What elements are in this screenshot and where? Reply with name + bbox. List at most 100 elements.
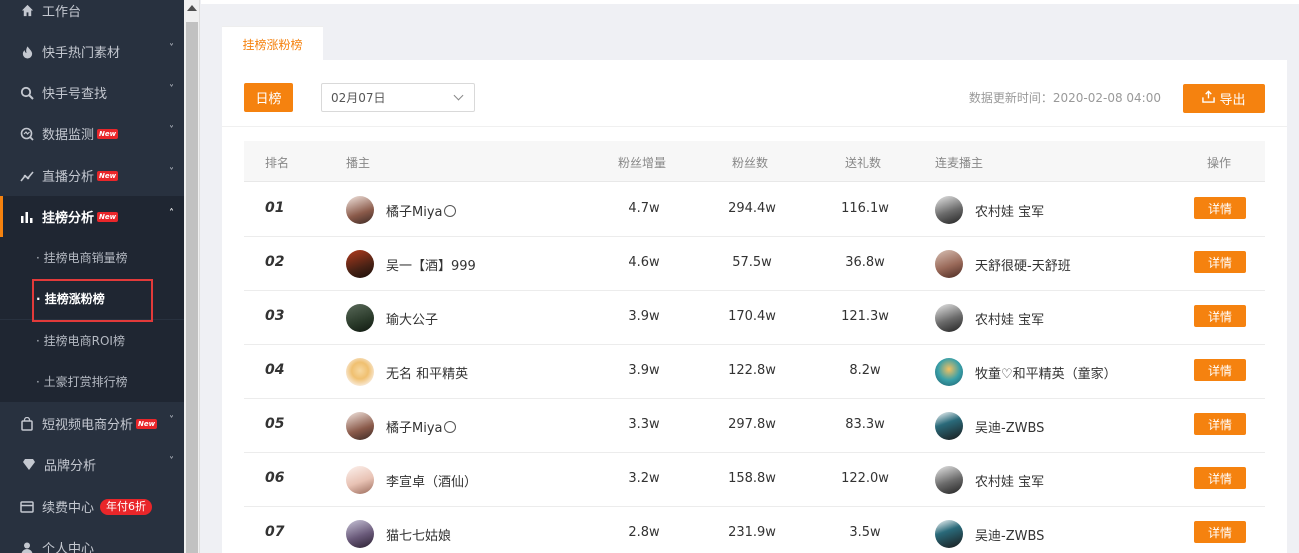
chevron-down-icon: ˅: [169, 167, 174, 178]
sidebar-item-ranking-analysis[interactable]: 挂榜分析 New ˄: [0, 196, 184, 237]
sidebar-item-hot-material[interactable]: 快手热门素材 ˅: [0, 31, 184, 72]
divider: [222, 126, 1287, 127]
selection-highlight: [32, 279, 153, 322]
sidebar-item-video-ecommerce[interactable]: 短视频电商分析 New ˅: [0, 403, 184, 444]
tab-fan-growth-rank[interactable]: 挂榜涨粉榜: [222, 26, 323, 61]
detail-button[interactable]: 详情: [1194, 251, 1246, 273]
date-select[interactable]: 02月07日: [321, 83, 475, 112]
sidebar: 工作台 快手热门素材 ˅ 快手号查找 ˅ 数据监测 New ˅ 直播分析 New…: [0, 0, 184, 553]
detail-button[interactable]: 详情: [1194, 467, 1246, 489]
anchor-name[interactable]: 李宣卓（酒仙）: [386, 471, 477, 490]
chevron-down-icon: ˅: [169, 456, 174, 467]
table-row: 07 猫七七姑娘 2.8w 231.9w 3.5w 吴迪-ZWBS 详情: [244, 507, 1265, 553]
gifts-cell: 121.3w: [841, 309, 889, 324]
fans-cell: 294.4w: [728, 201, 776, 216]
co-anchor-name[interactable]: 吴迪-ZWBS: [975, 417, 1044, 436]
co-anchor-name[interactable]: 农村娃 宝军: [975, 471, 1044, 490]
sidebar-item-label: 快手热门素材: [42, 46, 121, 61]
sidebar-item-label: 品牌分析: [44, 459, 97, 474]
anchor-name[interactable]: 橘子Miya: [386, 201, 456, 220]
avatar: [935, 520, 963, 548]
co-anchor-name[interactable]: 农村娃 宝军: [975, 201, 1044, 220]
sidebar-subitem-roi-rank[interactable]: · 挂榜电商ROI榜: [0, 320, 184, 361]
emoji-icon: [443, 205, 456, 217]
diamond-icon: [22, 458, 36, 472]
chevron-down-icon: ˅: [169, 125, 174, 136]
anchor-name[interactable]: 橘子Miya: [386, 417, 456, 436]
header-gifts: 送礼数: [845, 156, 882, 170]
sidebar-item-label: 快手号查找: [42, 87, 108, 102]
gifts-cell: 8.2w: [849, 363, 881, 378]
rank-cell: 01: [265, 200, 285, 216]
fire-icon: [20, 45, 34, 59]
anchor-name[interactable]: 猫七七姑娘: [386, 525, 451, 544]
detail-button[interactable]: 详情: [1194, 521, 1246, 543]
table-row: 05 橘子Miya 3.3w 297.8w 83.3w 吴迪-ZWBS 详情: [244, 399, 1265, 453]
co-anchor-name[interactable]: 吴迪-ZWBS: [975, 525, 1044, 544]
bar-chart-icon: [20, 210, 34, 224]
sidebar-subitem-label: ·: [36, 250, 44, 265]
detail-button[interactable]: 详情: [1194, 197, 1246, 219]
sidebar-item-workbench[interactable]: 工作台: [0, 0, 184, 31]
avatar: [346, 412, 374, 440]
sidebar-item-account-search[interactable]: 快手号查找 ˅: [0, 72, 184, 113]
sidebar-item-brand-analysis[interactable]: 品牌分析 ˅: [0, 444, 184, 485]
fan-growth-cell: 3.3w: [628, 417, 660, 432]
avatar: [935, 466, 963, 494]
rank-cell: 05: [265, 416, 285, 432]
sidebar-item-live-analysis[interactable]: 直播分析 New ˅: [0, 155, 184, 196]
avatar: [935, 250, 963, 278]
avatar: [346, 358, 374, 386]
table-row: 03 瑜大公子 3.9w 170.4w 121.3w 农村娃 宝军 详情: [244, 291, 1265, 345]
home-icon: [20, 4, 34, 18]
avatar: [346, 304, 374, 332]
chevron-up-icon: ˄: [169, 208, 174, 219]
co-anchor-name[interactable]: 农村娃 宝军: [975, 309, 1044, 328]
rank-cell: 07: [265, 524, 285, 540]
header-rank: 排名: [265, 156, 290, 170]
detail-button[interactable]: 详情: [1194, 413, 1246, 435]
trend-icon: [20, 169, 34, 183]
table-header: 排名 播主 粉丝增量 粉丝数 送礼数 连麦播主 操作: [244, 141, 1265, 182]
fans-cell: 57.5w: [732, 255, 772, 270]
sidebar-subitem-label: ·: [36, 333, 44, 348]
emoji-icon: [443, 421, 456, 433]
fan-growth-cell: 3.9w: [628, 309, 660, 324]
avatar: [346, 520, 374, 548]
sidebar-subitem-tip-rank[interactable]: · 土豪打赏排行榜: [0, 361, 184, 402]
fans-cell: 122.8w: [728, 363, 776, 378]
anchor-name[interactable]: 吴一【酒】999: [386, 255, 476, 274]
sidebar-subitem-label: 挂榜电商销量榜: [43, 251, 128, 265]
scrollbar-thumb[interactable]: [186, 22, 198, 553]
rank-cell: 02: [265, 254, 285, 270]
scroll-up-arrow-icon[interactable]: [187, 5, 197, 11]
avatar: [935, 304, 963, 332]
export-label: 导出: [1219, 93, 1246, 108]
rank-cell: 06: [265, 470, 285, 486]
sidebar-item-renewal-center[interactable]: 续费中心 年付6折: [0, 486, 184, 527]
sidebar-item-label: 数据监测: [42, 128, 95, 143]
chevron-down-icon: ˅: [169, 43, 174, 54]
avatar: [935, 412, 963, 440]
anchor-name-text: 橘子Miya: [386, 421, 443, 436]
new-badge: New: [97, 170, 119, 181]
anchor-name[interactable]: 瑜大公子: [386, 309, 438, 328]
fan-growth-cell: 3.9w: [628, 363, 660, 378]
detail-button[interactable]: 详情: [1194, 305, 1246, 327]
sidebar-item-personal-center[interactable]: 个人中心: [0, 527, 184, 553]
anchor-name[interactable]: 无名 和平精英: [386, 363, 468, 382]
rank-cell: 03: [265, 308, 285, 324]
header-fan-growth: 粉丝增量: [618, 156, 667, 170]
detail-button[interactable]: 详情: [1194, 359, 1246, 381]
search-icon: [20, 86, 34, 100]
sidebar-item-data-monitor[interactable]: 数据监测 New ˅: [0, 113, 184, 154]
sidebar-subitem-label: ·: [36, 374, 44, 389]
new-badge: New: [136, 418, 158, 429]
sidebar-subitem-sales-rank[interactable]: · 挂榜电商销量榜: [0, 237, 184, 278]
export-button[interactable]: 导出: [1183, 84, 1265, 113]
co-anchor-name[interactable]: 天舒很硬-天舒班: [975, 255, 1071, 274]
daily-rank-button[interactable]: 日榜: [244, 83, 293, 112]
co-anchor-name[interactable]: 牧童♡和平精英（童家）: [975, 363, 1117, 382]
table-row: 04 无名 和平精英 3.9w 122.8w 8.2w 牧童♡和平精英（童家） …: [244, 345, 1265, 399]
monitor-icon: [20, 127, 34, 141]
